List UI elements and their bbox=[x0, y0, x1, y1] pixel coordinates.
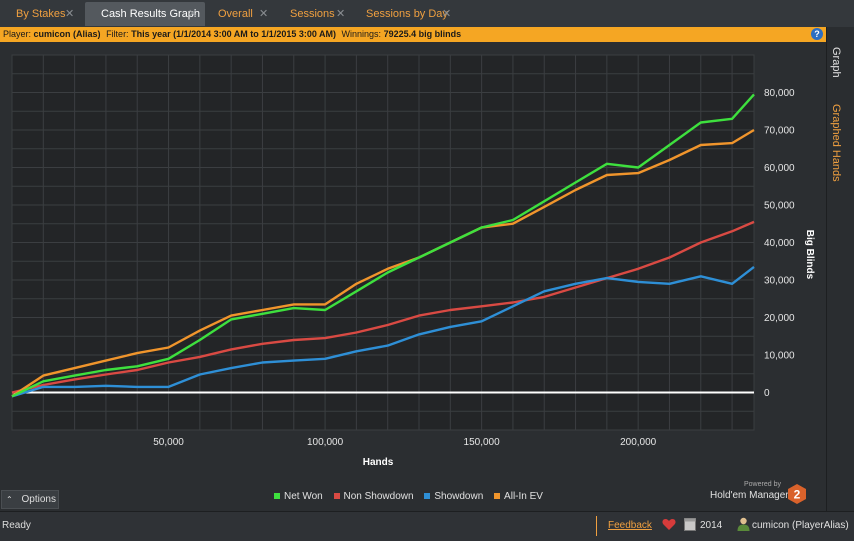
legend-swatch bbox=[494, 493, 501, 500]
filter-value: This year (1/1/2014 3:00 AM to 1/1/2015 … bbox=[131, 29, 337, 39]
tab-cash-results-graph[interactable]: Cash Results Graph ✕ bbox=[85, 2, 205, 26]
tab-label: By Stakes bbox=[16, 8, 66, 20]
y-axis-label: Big Blinds bbox=[804, 230, 815, 280]
y-tick-label: 40,000 bbox=[764, 238, 795, 249]
status-year: 2014 bbox=[700, 520, 723, 531]
tab-strip: By Stakes ✕ Cash Results Graph ✕ Overall… bbox=[0, 0, 854, 28]
side-panel: Graph Graphed Hands bbox=[826, 27, 854, 511]
product-name: Hold'em Manager bbox=[710, 490, 789, 501]
expand-icon: ⌃ bbox=[6, 495, 13, 504]
heart-icon bbox=[662, 519, 676, 530]
legend-label: Non Showdown bbox=[343, 491, 414, 502]
close-icon[interactable]: ✕ bbox=[188, 2, 197, 26]
tab-label: Sessions bbox=[290, 8, 335, 20]
logo-text: 2 bbox=[794, 488, 801, 502]
y-tick-label: 0 bbox=[764, 388, 770, 399]
tab-sessions-by-day[interactable]: Sessions by Day ✕ bbox=[350, 2, 476, 26]
y-tick-label: 10,000 bbox=[764, 351, 795, 362]
legend-item-non-showdown[interactable]: Non Showdown bbox=[333, 491, 414, 502]
x-tick-label: 100,000 bbox=[307, 437, 344, 448]
status-divider bbox=[596, 516, 597, 536]
feedback-link[interactable]: Feedback bbox=[608, 520, 652, 531]
side-tab-graph[interactable]: Graph bbox=[830, 47, 842, 78]
user-icon bbox=[737, 517, 750, 531]
filter-bar: Player: cumicon (Alias) Filter: This yea… bbox=[0, 27, 826, 42]
powered-by: Powered by Hold'em Manager 2 bbox=[710, 481, 810, 507]
y-tick-label: 60,000 bbox=[764, 163, 795, 174]
status-user: cumicon (PlayerAlias) bbox=[752, 520, 849, 531]
player-value: cumicon (Alias) bbox=[33, 29, 101, 39]
legend-swatch bbox=[424, 493, 431, 500]
status-ready: Ready bbox=[2, 520, 31, 531]
tab-label: Cash Results Graph bbox=[101, 8, 201, 20]
legend-label: Net Won bbox=[284, 491, 323, 502]
y-tick-label: 20,000 bbox=[764, 313, 795, 324]
legend-swatch bbox=[333, 493, 340, 500]
powered-by-text: Powered by bbox=[744, 481, 781, 488]
hem2-logo-icon: 2 bbox=[788, 484, 806, 504]
winnings-label: Winnings: bbox=[341, 29, 382, 39]
legend-label: All-In EV bbox=[504, 491, 543, 502]
side-tab-graphed-hands[interactable]: Graphed Hands bbox=[830, 104, 842, 182]
close-icon[interactable]: ✕ bbox=[65, 2, 74, 26]
status-bar: Ready Feedback 2014 cumicon (PlayerAlias… bbox=[0, 511, 854, 541]
filter-label: Filter: bbox=[106, 29, 129, 39]
y-tick-label: 50,000 bbox=[764, 201, 795, 212]
player-label: Player: bbox=[3, 29, 32, 39]
x-axis-label: Hands bbox=[363, 457, 394, 468]
legend-item-showdown[interactable]: Showdown bbox=[424, 491, 483, 502]
results-chart: 0 10,000 20,000 30,000 40,000 50,000 60,000 70,… bbox=[11, 54, 815, 468]
calendar-icon bbox=[684, 518, 696, 531]
y-tick-label: 80,000 bbox=[764, 88, 795, 99]
tab-label: Sessions by Day bbox=[366, 8, 448, 20]
tab-label: Overall bbox=[218, 8, 253, 20]
x-tick-label: 50,000 bbox=[153, 437, 184, 448]
chart-legend: Net Won Non Showdown Showdown All-In EV bbox=[274, 491, 551, 505]
legend-label: Showdown bbox=[434, 491, 484, 502]
legend-item-all-in-ev[interactable]: All-In EV bbox=[494, 491, 543, 502]
x-tick-label: 200,000 bbox=[620, 437, 657, 448]
options-label: Options bbox=[21, 494, 56, 505]
legend-item-net-won[interactable]: Net Won bbox=[274, 491, 323, 502]
close-icon[interactable]: ✕ bbox=[336, 2, 345, 26]
help-icon[interactable]: ? bbox=[811, 28, 823, 40]
legend-swatch bbox=[274, 493, 280, 500]
y-tick-label: 30,000 bbox=[764, 276, 795, 287]
options-button[interactable]: ⌃ Options bbox=[1, 490, 59, 509]
x-tick-label: 150,000 bbox=[464, 437, 501, 448]
y-tick-label: 70,000 bbox=[764, 126, 795, 137]
close-icon[interactable]: ✕ bbox=[259, 2, 268, 26]
winnings-value: 79225.4 big blinds bbox=[383, 29, 462, 39]
close-icon[interactable]: ✕ bbox=[442, 2, 451, 26]
chart-panel: 0 10,000 20,000 30,000 40,000 50,000 60,000 70,… bbox=[0, 42, 826, 511]
